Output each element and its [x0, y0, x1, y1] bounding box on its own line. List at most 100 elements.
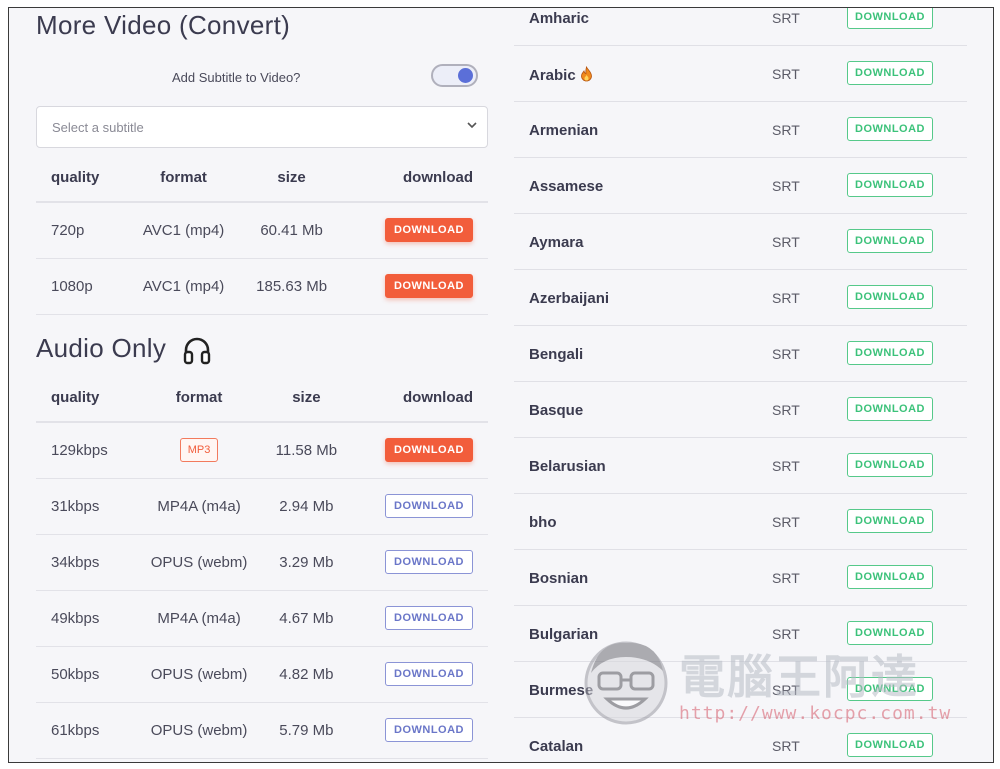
download-button[interactable]: DOWNLOAD: [847, 117, 933, 141]
row-format: AVC1 (mp4): [125, 202, 242, 259]
list-item: Assamese SRT DOWNLOAD: [514, 158, 967, 214]
subtitle-toggle-row: Add Subtitle to Video?: [36, 61, 488, 91]
row-quality: 61kbps: [36, 702, 134, 759]
video-quality-table: quality format size download 720p AVC1 (…: [36, 154, 488, 315]
list-item: Burmese SRT DOWNLOAD: [514, 662, 967, 718]
download-button[interactable]: DOWNLOAD: [847, 565, 933, 589]
row-download-cell: DOWNLOAD: [341, 258, 488, 315]
list-item: Azerbaijani SRT DOWNLOAD: [514, 270, 967, 326]
list-item: Armenian SRT DOWNLOAD: [514, 102, 967, 158]
download-button[interactable]: DOWNLOAD: [847, 341, 933, 365]
language-name-wrap: Arabic: [529, 66, 593, 84]
header-size: size: [264, 374, 349, 423]
language-name: Belarusian: [529, 458, 606, 475]
subtitle-format: SRT: [772, 346, 800, 362]
list-item: Aymara SRT DOWNLOAD: [514, 214, 967, 270]
row-download-cell: DOWNLOAD: [348, 534, 488, 591]
row-quality: 49kbps: [36, 590, 134, 647]
row-size: 4.82 Mb: [264, 646, 349, 703]
subtitle-format: SRT: [772, 402, 800, 418]
language-name: Bulgarian: [529, 626, 599, 643]
table-row: 1080p AVC1 (mp4) 185.63 Mb DOWNLOAD: [36, 258, 488, 315]
left-column: More Video (Convert) Add Subtitle to Vid…: [9, 8, 509, 762]
row-quality: 129kbps: [36, 422, 134, 479]
row-quality: 50kbps: [36, 646, 134, 703]
row-size: 60.41 Mb: [241, 202, 342, 259]
download-button[interactable]: DOWNLOAD: [385, 606, 473, 630]
download-button[interactable]: DOWNLOAD: [847, 453, 933, 477]
list-item: Bengali SRT DOWNLOAD: [514, 326, 967, 382]
list-item: Basque SRT DOWNLOAD: [514, 382, 967, 438]
row-quality: 31kbps: [36, 478, 134, 535]
row-quality: 720p: [36, 202, 126, 259]
language-name: Azerbaijani: [529, 290, 610, 307]
download-button[interactable]: DOWNLOAD: [847, 8, 933, 29]
row-download-cell: DOWNLOAD: [348, 590, 488, 647]
subtitle-format: SRT: [772, 234, 800, 250]
download-button[interactable]: DOWNLOAD: [847, 733, 933, 757]
audio-section-title-wrap: Audio Only: [36, 333, 212, 365]
chevron-down-icon: [467, 122, 477, 129]
subtitle-format: SRT: [772, 66, 800, 82]
video-section-title: More Video (Convert): [36, 10, 291, 40]
row-format: MP4A (m4a): [133, 590, 265, 647]
download-button[interactable]: DOWNLOAD: [385, 494, 473, 518]
language-name: Bengali: [529, 346, 584, 363]
subtitle-format: SRT: [772, 682, 800, 698]
subtitle-toggle-switch[interactable]: [431, 64, 478, 87]
mp3-badge: MP3: [179, 438, 219, 463]
subtitle-format: SRT: [772, 122, 800, 138]
download-button[interactable]: DOWNLOAD: [385, 550, 473, 574]
subtitle-language-list: Amharic SRT DOWNLOAD Arabic SRT DOWNLOAD…: [514, 8, 967, 762]
table-row: 50kbps OPUS (webm) 4.82 Mb DOWNLOAD: [36, 646, 488, 703]
download-button[interactable]: DOWNLOAD: [847, 229, 933, 253]
subtitle-format: SRT: [772, 514, 800, 530]
download-button[interactable]: DOWNLOAD: [847, 621, 933, 645]
download-button[interactable]: DOWNLOAD: [847, 509, 933, 533]
header-format: format: [125, 154, 242, 203]
row-size: 185.63 Mb: [241, 258, 342, 315]
row-quality: 1080p: [36, 258, 126, 315]
download-button[interactable]: DOWNLOAD: [847, 677, 933, 701]
list-item: Belarusian SRT DOWNLOAD: [514, 438, 967, 494]
download-button[interactable]: DOWNLOAD: [847, 61, 933, 85]
list-item: Arabic SRT DOWNLOAD: [514, 46, 967, 102]
row-format-cell: MP3: [133, 422, 265, 479]
list-item: Amharic SRT DOWNLOAD: [514, 8, 967, 46]
row-format: OPUS (webm): [133, 646, 265, 703]
download-button[interactable]: DOWNLOAD: [385, 274, 473, 298]
subtitle-format: SRT: [772, 626, 800, 642]
download-button[interactable]: DOWNLOAD: [385, 662, 473, 686]
header-format: format: [133, 374, 265, 423]
row-size: 3.29 Mb: [264, 534, 349, 591]
row-download-cell: DOWNLOAD: [348, 646, 488, 703]
row-quality: 34kbps: [36, 534, 134, 591]
subtitle-format: SRT: [772, 290, 800, 306]
table-header-row: quality format size download: [36, 374, 488, 423]
subtitle-toggle-label: Add Subtitle to Video?: [172, 70, 301, 85]
subtitle-format: SRT: [772, 738, 800, 754]
table-row: 129kbps MP3 11.58 Mb DOWNLOAD: [36, 422, 488, 479]
download-button[interactable]: DOWNLOAD: [847, 285, 933, 309]
download-button[interactable]: DOWNLOAD: [847, 397, 933, 421]
language-name: Aymara: [529, 234, 584, 251]
header-quality: quality: [36, 154, 126, 203]
subtitle-select-placeholder: Select a subtitle: [52, 120, 144, 135]
download-button[interactable]: DOWNLOAD: [385, 438, 473, 463]
subtitle-select[interactable]: Select a subtitle: [36, 106, 488, 148]
audio-section-title: Audio Only: [36, 333, 167, 363]
download-button[interactable]: DOWNLOAD: [385, 718, 473, 742]
row-download-cell: DOWNLOAD: [348, 478, 488, 535]
language-name: Arabic: [529, 67, 576, 84]
row-download-cell: DOWNLOAD: [348, 702, 488, 759]
download-button[interactable]: DOWNLOAD: [847, 173, 933, 197]
language-name: Assamese: [529, 178, 604, 195]
download-button[interactable]: DOWNLOAD: [385, 218, 473, 243]
page-frame: More Video (Convert) Add Subtitle to Vid…: [8, 7, 994, 763]
row-size: 4.67 Mb: [264, 590, 349, 647]
row-download-cell: DOWNLOAD: [341, 202, 488, 259]
language-name: Basque: [529, 402, 584, 419]
row-format: AVC1 (mp4): [125, 258, 242, 315]
subtitle-format: SRT: [772, 10, 800, 26]
language-name: Armenian: [529, 122, 599, 139]
